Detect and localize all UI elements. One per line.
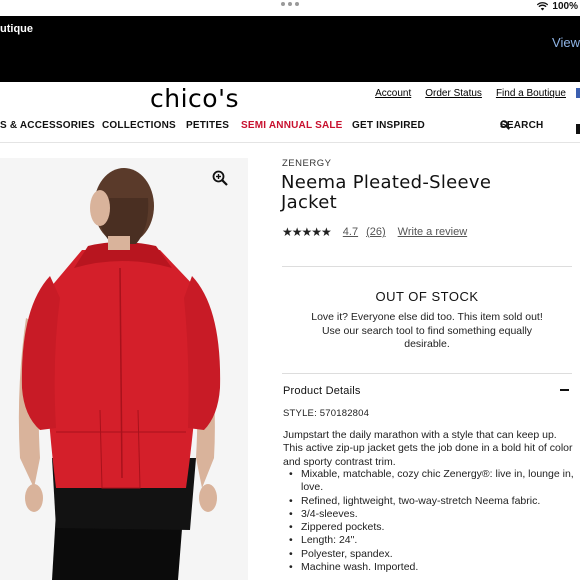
site-logo[interactable]: chico's bbox=[150, 84, 239, 113]
battery-percent: 100% bbox=[552, 1, 578, 12]
collapse-minus-icon[interactable] bbox=[560, 389, 569, 391]
banner-text: utique bbox=[0, 23, 33, 35]
shopping-bag-icon[interactable] bbox=[576, 124, 580, 134]
feature-list: Mixable, matchable, cozy chic Zenergy®: … bbox=[289, 468, 577, 575]
search-label: SEARCH bbox=[500, 120, 544, 131]
search-button[interactable]: SEARCH bbox=[500, 120, 543, 131]
multitask-dots[interactable] bbox=[281, 2, 299, 6]
nav-item-accessories[interactable]: S & ACCESSORIES bbox=[0, 120, 95, 131]
wifi-icon bbox=[537, 2, 549, 11]
zoom-icon[interactable] bbox=[212, 170, 228, 186]
star-rating-icon: ★★★★★ bbox=[282, 225, 332, 239]
banner-view-link[interactable]: View bbox=[552, 35, 580, 50]
divider bbox=[282, 266, 572, 267]
product-title: Neema Pleated-Sleeve Jacket bbox=[281, 172, 492, 213]
stock-status: OUT OF STOCK bbox=[375, 289, 479, 304]
product-details-heading[interactable]: Product Details bbox=[283, 385, 361, 397]
find-boutique-link[interactable]: Find a Boutique bbox=[496, 88, 566, 99]
nav-divider bbox=[0, 142, 580, 143]
promo-banner: utique View bbox=[0, 16, 580, 82]
country-flag-icon[interactable] bbox=[576, 88, 580, 98]
status-right: 100% bbox=[537, 1, 578, 12]
list-item: Machine wash. Imported. bbox=[289, 561, 577, 575]
stock-message: Love it? Everyone else did too. This ite… bbox=[311, 311, 543, 350]
list-item: 3/4-sleeves. bbox=[289, 508, 577, 522]
nav-item-collections[interactable]: COLLECTIONS bbox=[102, 120, 176, 131]
product-brand[interactable]: ZENERGY bbox=[282, 158, 331, 169]
nav-item-petites[interactable]: PETITES bbox=[186, 120, 229, 131]
main-nav: S & ACCESSORIES COLLECTIONS PETITES SEMI… bbox=[0, 120, 580, 142]
order-status-link[interactable]: Order Status bbox=[425, 88, 482, 99]
account-link[interactable]: Account bbox=[375, 88, 411, 99]
rating-row: ★★★★★ 4.7 (26) Write a review bbox=[282, 225, 467, 239]
style-number: STYLE: 570182804 bbox=[283, 408, 370, 419]
model-illustration bbox=[18, 168, 221, 580]
status-bar: 100% bbox=[0, 0, 580, 16]
list-item: Zippered pockets. bbox=[289, 521, 577, 535]
nav-item-get-inspired[interactable]: GET INSPIRED bbox=[352, 120, 425, 131]
list-item: Polyester, spandex. bbox=[289, 548, 577, 562]
rating-value-link[interactable]: 4.7 bbox=[343, 226, 358, 238]
utility-links: Account Order Status Find a Boutique bbox=[375, 88, 566, 99]
write-review-link[interactable]: Write a review bbox=[398, 226, 467, 238]
list-item: Refined, lightweight, two-way-stretch Ne… bbox=[289, 495, 577, 509]
list-item: Length: 24". bbox=[289, 534, 577, 548]
review-count-link[interactable]: (26) bbox=[366, 226, 386, 238]
product-description: Jumpstart the daily marathon with a styl… bbox=[283, 429, 573, 468]
product-image[interactable] bbox=[0, 158, 248, 580]
divider bbox=[282, 373, 572, 374]
nav-item-semi-annual-sale[interactable]: SEMI ANNUAL SALE bbox=[241, 120, 343, 131]
list-item: Mixable, matchable, cozy chic Zenergy®: … bbox=[289, 468, 577, 495]
